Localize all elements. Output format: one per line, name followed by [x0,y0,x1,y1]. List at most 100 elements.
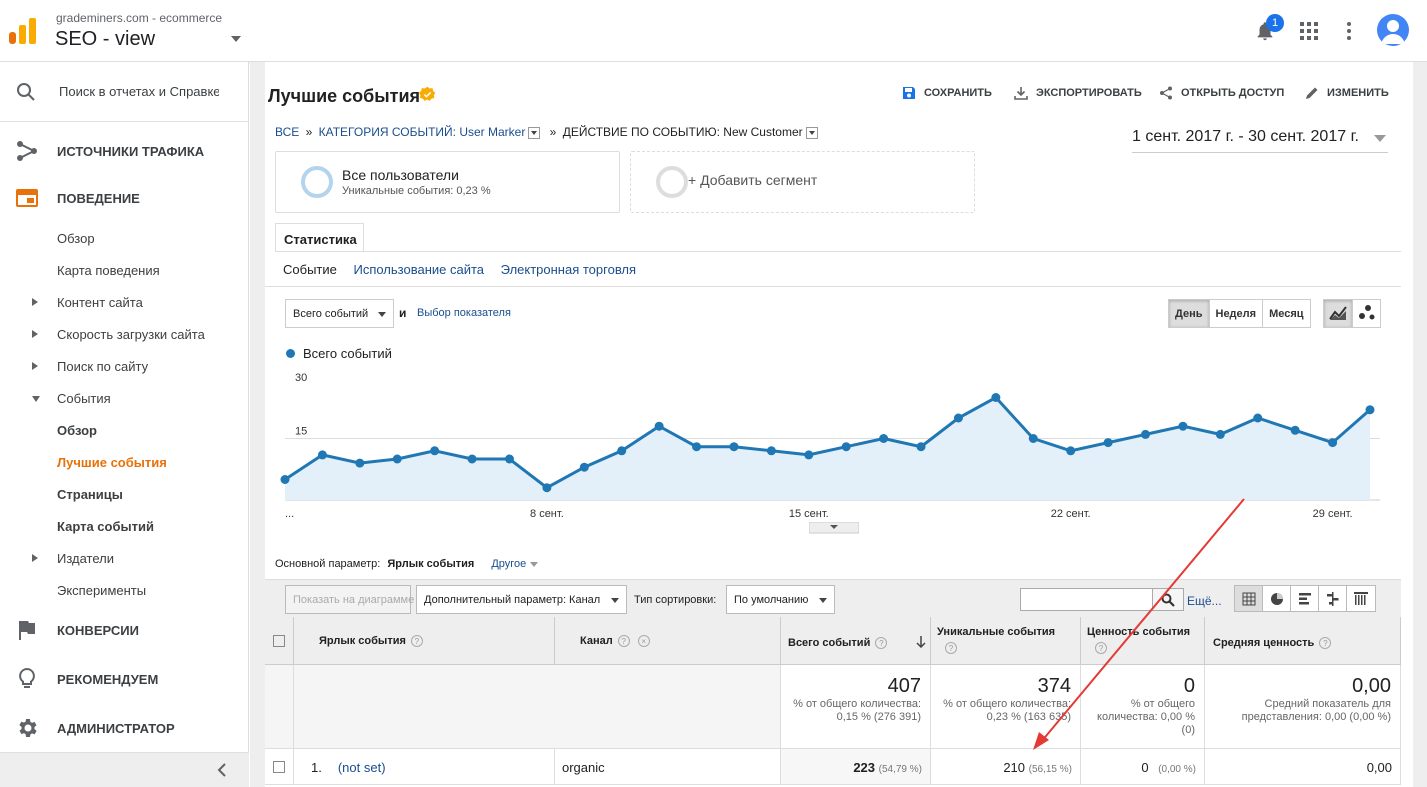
pick-metric-link[interactable]: Выбор показателя [417,307,511,319]
help-icon[interactable]: ? [410,635,423,648]
row-total-pct: (54,79 %) [878,764,922,775]
chart-resize-handle[interactable] [809,522,859,534]
chevron-left-icon[interactable] [216,763,228,777]
column-header-label: Канал [580,635,613,647]
view-selector[interactable]: SEO - view [55,28,155,51]
sidebar-item-site-search[interactable]: Поиск по сайту [57,359,148,374]
expand-arrow-icon[interactable] [32,330,38,338]
apps-grid-icon[interactable] [1300,22,1318,40]
sidebar-item-events-overview[interactable]: Обзор [57,423,97,438]
granularity-week[interactable]: Неделя [1210,300,1264,327]
motion-chart-button[interactable] [1353,300,1381,327]
chevron-down-icon[interactable] [805,126,818,139]
data-point [617,446,627,456]
expand-arrow-icon[interactable] [32,554,38,562]
column-header-event-label[interactable]: Ярлык события? [294,617,555,665]
account-name[interactable]: grademiners.com - ecommerce [56,11,222,25]
row-event-label-link[interactable]: (not set) [338,760,386,775]
sidebar-item-pages[interactable]: Страницы [57,487,123,502]
sidebar-item-events[interactable]: События [57,391,111,406]
pivot-view-button[interactable] [1347,586,1375,611]
date-range-picker[interactable]: 1 сент. 2017 г. - 30 сент. 2017 г. [1132,128,1388,153]
primary-dimension-value[interactable]: Ярлык события [387,558,474,570]
breadcrumb-separator: » [549,125,557,139]
other-dimension-link[interactable]: Другое [491,558,526,570]
sidebar-item-behavior[interactable]: ПОВЕДЕНИЕ [0,174,249,222]
sidebar-item-recommend[interactable]: РЕКОМЕНДУЕМ [0,655,249,703]
subtab-ecommerce[interactable]: Электронная торговля [501,262,636,277]
sidebar-section-label: ПОВЕДЕНИЕ [57,191,140,206]
save-button[interactable]: СОХРАНИТЬ [902,86,992,100]
sidebar-item-site-speed[interactable]: Скорость загрузки сайта [57,327,205,342]
analytics-logo-icon[interactable] [9,18,37,44]
sidebar-item-conversions[interactable]: КОНВЕРСИИ [0,606,249,654]
data-point [1028,434,1038,443]
sidebar-item-experiments[interactable]: Эксперименты [57,583,146,598]
help-icon[interactable]: ? [617,635,630,648]
add-segment-button[interactable]: + Добавить сегмент [630,151,975,213]
export-label: ЭКСПОРТИРОВАТЬ [1036,86,1142,99]
data-point [1253,413,1263,423]
tab-divider [275,251,1401,252]
more-vert-icon[interactable] [1342,21,1356,41]
expand-arrow-icon[interactable] [32,362,38,370]
chart-legend: Всего событий [286,346,392,361]
tab-statistics[interactable]: Статистика [275,223,364,252]
comparison-view-button[interactable] [1319,586,1347,611]
expand-arrow-icon[interactable] [32,298,38,306]
line-chart-button[interactable] [1324,300,1353,327]
subtab-site-usage[interactable]: Использование сайта [353,262,484,277]
pie-view-button[interactable] [1263,586,1291,611]
sort-arrow-down-icon[interactable] [916,636,926,648]
totals-row-label [294,665,781,749]
remove-dimension-icon[interactable]: × [637,635,650,648]
sidebar-item-events-flow[interactable]: Карта событий [57,519,154,534]
subtab-event[interactable]: Событие [283,262,337,277]
sidebar-item-top-events[interactable]: Лучшие события [57,455,167,470]
sidebar-item-behavior-flow[interactable]: Карта поведения [57,263,160,278]
help-icon[interactable]: ? [875,637,888,650]
segment-detail: Уникальные события: 0,23 % [342,185,491,197]
sidebar-search[interactable]: Поиск в отчетах и Справке [0,62,249,122]
data-point [729,442,739,452]
avatar[interactable] [1377,14,1409,46]
help-icon[interactable]: ? [1319,637,1332,650]
row-unique-events: 210 (56,15 %) [931,749,1081,785]
select-all-checkbox[interactable] [273,635,285,647]
sidebar-item-admin[interactable]: АДМИНИСТРАТОР [0,704,249,752]
sidebar-item-overview[interactable]: Обзор [57,231,95,246]
export-button[interactable]: ЭКСПОРТИРОВАТЬ [1014,86,1142,100]
behavior-icon [16,189,38,207]
row-index: 1. [311,760,322,775]
chevron-down-icon[interactable] [231,36,241,42]
breadcrumb-all[interactable]: ВСЕ [275,125,299,139]
edit-button[interactable]: ИЗМЕНИТЬ [1305,86,1389,100]
segment-all-users[interactable]: Все пользователи Уникальные события: 0,2… [275,151,620,213]
row-unique-pct: (56,15 %) [1028,764,1072,775]
chevron-down-icon[interactable] [530,561,539,567]
collapse-arrow-icon[interactable] [32,396,40,402]
column-header-total-events[interactable]: Всего событий? [781,617,931,665]
share-button[interactable]: ОТКРЫТЬ ДОСТУП [1159,86,1284,100]
performance-view-button[interactable] [1291,586,1319,611]
column-header-label: Ярлык события [319,635,406,647]
sidebar-item-traffic[interactable]: ИСТОЧНИКИ ТРАФИКА [0,127,249,175]
granularity-month[interactable]: Месяц [1263,300,1309,327]
help-icon[interactable]: ? [945,642,957,654]
sidebar-item-publishers[interactable]: Издатели [57,551,114,566]
search-input[interactable]: Поиск в отчетах и Справке [59,84,219,99]
row-checkbox[interactable] [273,761,285,773]
data-point [841,442,851,452]
secondary-dimension-select[interactable]: Дополнительный параметр: Канал [416,585,628,614]
sidebar-item-site-content[interactable]: Контент сайта [57,295,143,310]
metric-select[interactable]: Всего событий [285,299,394,328]
plot-rows-button[interactable]: Показать на диаграмме [285,585,414,614]
column-header-channel[interactable]: Канал? × [555,617,781,665]
sort-type-select[interactable]: По умолчанию [726,585,836,614]
granularity-day[interactable]: День [1169,300,1210,327]
breadcrumb-category[interactable]: КАТЕГОРИЯ СОБЫТИЙ: User Marker [319,125,526,139]
add-segment-label: + Добавить сегмент [688,172,818,188]
granularity-toggle: День Неделя Месяц [1168,299,1311,328]
verified-badge-icon[interactable] [419,86,436,103]
chevron-down-icon[interactable] [528,126,541,139]
